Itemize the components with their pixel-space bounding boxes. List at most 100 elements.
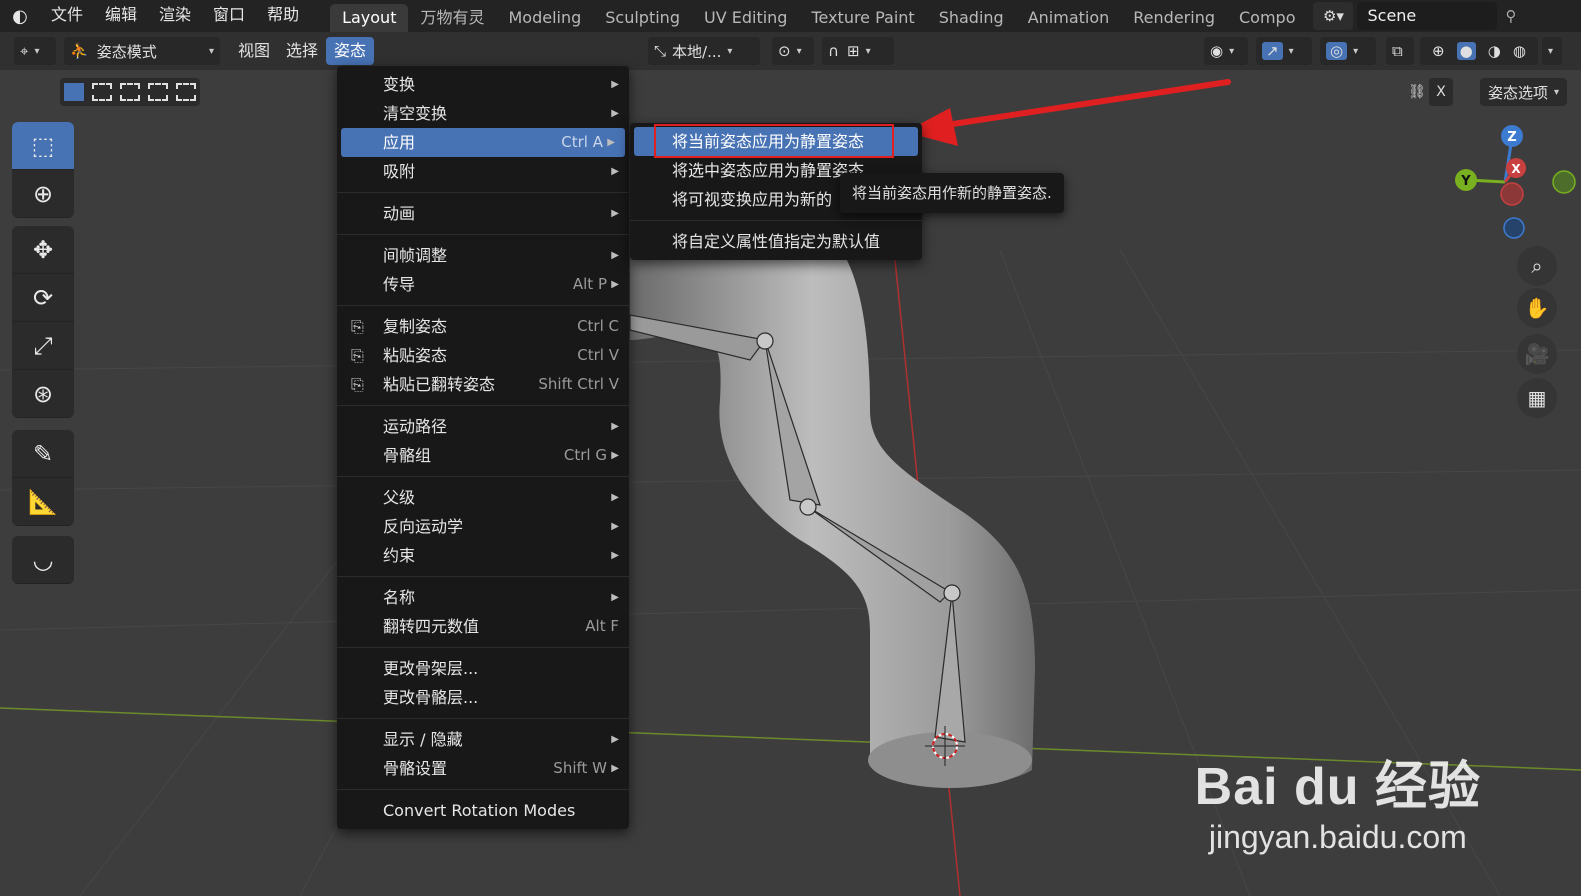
select-box-tool-icon[interactable]: ⬚: [12, 122, 74, 170]
zoom-icon[interactable]: ⌕: [1517, 246, 1557, 286]
measure-tool-icon[interactable]: 📐: [12, 478, 74, 526]
workspace-tab[interactable]: Compo: [1227, 4, 1308, 32]
pan-hand-icon[interactable]: ✋: [1517, 288, 1557, 328]
overlay-toggle[interactable]: ◎ ▾: [1320, 37, 1376, 65]
pose-menu-item[interactable]: 显示 / 隐藏 ▶: [337, 725, 629, 754]
menu-item-label: 更改骨架层...: [383, 659, 479, 678]
submenu-arrow-icon: ▶: [611, 763, 619, 774]
workspace-tab[interactable]: 万物有灵: [408, 4, 496, 32]
editor-type-button[interactable]: ⌖ ▾: [14, 37, 56, 65]
breakdowner-tool-icon[interactable]: ◡: [12, 536, 74, 584]
workspace-tab[interactable]: Sculpting: [593, 4, 692, 32]
menu-item-label: 应用: [383, 133, 416, 152]
select-extend-icon[interactable]: [92, 83, 112, 101]
annotate-tool-icon[interactable]: ✎: [12, 430, 74, 478]
eye-icon: ◉: [1210, 42, 1224, 60]
scene-selector-icon[interactable]: ⚙▾: [1313, 2, 1354, 30]
menu-item-label: 更改骨骼层...: [383, 688, 479, 707]
pose-menu-item[interactable]: 名称 ▶: [337, 583, 629, 612]
header-menus: 视图 选择 姿态: [230, 37, 375, 65]
scene-name-field[interactable]: Scene: [1357, 2, 1498, 30]
wireframe-shading-icon[interactable]: ⊕: [1432, 42, 1445, 60]
pose-menu-item[interactable]: 动画 ▶: [337, 199, 629, 228]
chevron-down-icon: ▾: [34, 45, 40, 57]
pose-menu-item[interactable]: ⎘ 粘贴姿态 Ctrl V: [337, 341, 629, 370]
pose-menu-item[interactable]: 应用 Ctrl A ▶: [341, 128, 625, 157]
pose-menu-item[interactable]: ⎘ 粘贴已翻转姿态 Shift Ctrl V: [337, 370, 629, 399]
paste-icon: ⎘: [351, 346, 364, 365]
pose-menu-item[interactable]: 翻转四元数值 Alt F: [337, 612, 629, 641]
xray-toggle[interactable]: ⧉: [1386, 37, 1414, 65]
transform-tool-icon[interactable]: ⊛: [12, 370, 74, 418]
submenu-arrow-icon: ▶: [611, 208, 619, 219]
pose-menu-item[interactable]: 吸附 ▶: [337, 157, 629, 186]
pose-menu-item[interactable]: Convert Rotation Modes: [337, 796, 629, 825]
submenu-arrow-icon: ▶: [611, 421, 619, 432]
top-menu-item[interactable]: 窗口: [202, 0, 256, 32]
blender-logo-icon[interactable]: ◐: [0, 0, 40, 32]
x-mirror-toggle[interactable]: X: [1429, 78, 1453, 106]
watermark: Bai du 经验 jingyan.baidu.com: [1195, 744, 1481, 856]
menu-item-label: 清空变换: [383, 104, 448, 123]
menu-item-shortcut: Ctrl G: [563, 446, 607, 464]
select-invert-icon[interactable]: [148, 83, 168, 101]
top-menu-item[interactable]: 文件: [40, 0, 94, 32]
workspace-tab[interactable]: Texture Paint: [799, 4, 926, 32]
chevron-down-icon: ▾: [1288, 45, 1294, 57]
workspace-tab[interactable]: Modeling: [496, 4, 593, 32]
perspective-grid-icon[interactable]: ▦: [1517, 378, 1557, 418]
top-menu-item[interactable]: 渲染: [148, 0, 202, 32]
rendered-shading-icon[interactable]: ◍: [1513, 42, 1526, 60]
select-intersect-icon[interactable]: [176, 83, 196, 101]
header-menu-item[interactable]: 视图: [230, 37, 278, 65]
cursor-tool-icon[interactable]: ⊕: [12, 170, 74, 218]
workspace-tab[interactable]: Rendering: [1121, 4, 1227, 32]
pose-options-label: 姿态选项: [1487, 83, 1548, 102]
mode-selector[interactable]: ⛹ 姿态模式 ▾: [64, 37, 220, 65]
solid-shading-icon[interactable]: ●: [1456, 42, 1476, 60]
pose-menu-item[interactable]: 骨骼组 Ctrl G ▶: [337, 441, 629, 470]
tube-mesh[interactable]: [630, 217, 1035, 786]
scale-tool-icon[interactable]: ⤢: [12, 322, 74, 370]
pose-menu-item[interactable]: 反向运动学 ▶: [337, 512, 629, 541]
pose-menu-item[interactable]: 父级 ▶: [337, 483, 629, 512]
pose-menu-item[interactable]: 约束 ▶: [337, 541, 629, 570]
transform-orientation-selector[interactable]: ⤡ 本地/... ▾: [648, 37, 760, 65]
workspace-tab[interactable]: Layout: [330, 4, 409, 32]
pose-menu-item[interactable]: 骨骼设置 Shift W ▶: [337, 754, 629, 783]
pin-icon[interactable]: ⚲: [1505, 7, 1516, 25]
rotate-tool-icon[interactable]: ⟳: [12, 274, 74, 322]
top-menu-item[interactable]: 编辑: [94, 0, 148, 32]
pose-options-button[interactable]: 姿态选项 ▾: [1479, 78, 1567, 106]
mirror-options-icon[interactable]: ⛓: [1405, 78, 1429, 106]
material-shading-icon[interactable]: ◑: [1488, 42, 1501, 60]
menu-separator: [337, 647, 629, 648]
visibility-button[interactable]: ◉ ▾: [1204, 37, 1248, 65]
camera-view-icon[interactable]: 🎥: [1517, 334, 1557, 374]
pose-menu-item[interactable]: 更改骨架层...: [337, 654, 629, 683]
header-menu-item[interactable]: 姿态: [326, 37, 375, 65]
pose-menu-item[interactable]: 运动路径 ▶: [337, 412, 629, 441]
workspace-tab[interactable]: Animation: [1016, 4, 1122, 32]
top-menu-item[interactable]: 帮助: [256, 0, 310, 32]
pose-menu-item[interactable]: 清空变换 ▶: [337, 99, 629, 128]
select-subtract-icon[interactable]: [120, 83, 140, 101]
annotation-red-box: [654, 124, 894, 158]
header-menu-item[interactable]: 选择: [278, 37, 326, 65]
navigation-gizmo[interactable]: Z Y X: [1455, 125, 1576, 239]
move-tool-icon[interactable]: ✥: [12, 226, 74, 274]
gizmo-toggle[interactable]: ↗ ▾: [1256, 37, 1312, 65]
pose-menu-item[interactable]: 更改骨骼层...: [337, 683, 629, 712]
pose-menu-item[interactable]: 变换 ▶: [337, 70, 629, 99]
pose-menu-item[interactable]: 传导 Alt P ▶: [337, 270, 629, 299]
apply-custom-defaults-item[interactable]: 将自定义属性值指定为默认值: [630, 227, 922, 256]
select-new-icon[interactable]: [64, 83, 84, 101]
mode-label: 姿态模式: [96, 42, 157, 61]
workspace-tab[interactable]: Shading: [927, 4, 1016, 32]
workspace-tab[interactable]: UV Editing: [692, 4, 799, 32]
shading-options-button[interactable]: ▾: [1542, 37, 1562, 65]
pose-menu-item[interactable]: 间帧调整 ▶: [337, 241, 629, 270]
snap-button[interactable]: ∩ ⊞ ▾: [822, 37, 894, 65]
pose-menu-item[interactable]: ⎘ 复制姿态 Ctrl C: [337, 312, 629, 341]
pivot-point-button[interactable]: ⊙ ▾: [772, 37, 814, 65]
